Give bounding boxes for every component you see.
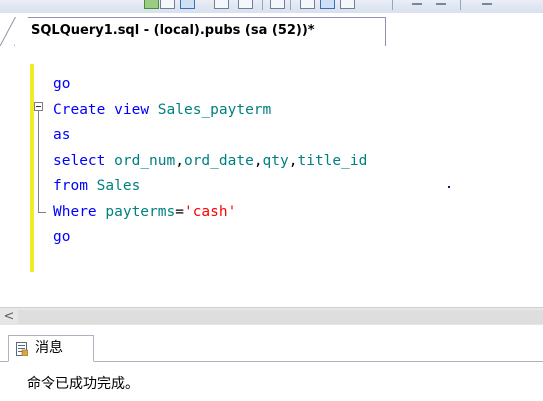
- toolbar-button[interactable]: [320, 0, 335, 9]
- code-line[interactable]: from Sales: [53, 174, 367, 200]
- sql-punctuation: [88, 178, 97, 194]
- code-line[interactable]: as: [53, 123, 367, 149]
- toolbar-button[interactable]: [300, 0, 315, 9]
- sql-identifier: Sales_payterm: [157, 101, 272, 118]
- collapse-icon[interactable]: [34, 102, 43, 111]
- toolbar-button[interactable]: [340, 0, 355, 9]
- tab-messages-label: 消息: [35, 340, 63, 356]
- caret-mark: [448, 186, 450, 188]
- fold-guide-line: [38, 111, 39, 213]
- sql-identifier: Sales: [96, 178, 141, 194]
- sql-punctuation: ,: [175, 152, 184, 169]
- code-line[interactable]: Create view Sales_payterm: [53, 98, 367, 124]
- code-line[interactable]: Where payterms='cash': [53, 200, 367, 226]
- toolbar-separator: [290, 0, 291, 10]
- toolbar-button[interactable]: [160, 0, 175, 9]
- sql-identifier: title_id: [297, 152, 368, 169]
- sql-keyword: select: [53, 152, 106, 169]
- toolbar-separator: [460, 0, 461, 10]
- sql-keyword: go: [53, 76, 71, 92]
- sql-string: 'cash': [183, 203, 237, 220]
- toolbar-button[interactable]: [214, 0, 229, 9]
- fold-guide-end: [38, 212, 46, 213]
- sql-identifier: qty: [262, 152, 289, 169]
- tab-messages[interactable]: 消息: [8, 335, 94, 362]
- sql-identifier: ord_num: [114, 152, 176, 169]
- toolbar-separator: [392, 0, 393, 10]
- scroll-left-button[interactable]: <: [0, 308, 18, 326]
- code-line[interactable]: go: [53, 72, 367, 98]
- sql-identifier: payterms: [105, 203, 176, 220]
- toolbar-button[interactable]: [144, 0, 159, 9]
- sql-keyword: go: [53, 229, 71, 245]
- message-text: 命令已成功完成。: [27, 376, 139, 392]
- query-editor[interactable]: go Create view Sales_paytermas select ord_…: [0, 46, 543, 308]
- sql-keyword: view: [114, 101, 150, 118]
- sql-punctuation: [149, 102, 158, 118]
- sql-code[interactable]: go Create view Sales_paytermas select ord_…: [53, 72, 367, 251]
- tab-sqlquery1[interactable]: SQLQuery1.sql - (local).pubs (sa (52))*: [14, 17, 386, 46]
- toolbar-button[interactable]: [180, 0, 195, 9]
- toolbar: [0, 0, 543, 14]
- sql-punctuation: ,: [253, 152, 263, 169]
- code-line[interactable]: go: [53, 225, 367, 251]
- sql-keyword: Where: [53, 203, 97, 220]
- toolbar-button[interactable]: [412, 3, 422, 5]
- sql-punctuation: [105, 102, 114, 118]
- tab-slant-edge: [0, 17, 16, 46]
- sql-identifier: ord_date: [183, 152, 254, 169]
- results-tab-bar: 消息: [0, 335, 543, 362]
- horizontal-scrollbar[interactable]: <: [0, 307, 543, 326]
- changed-lines-marker: [30, 64, 34, 272]
- code-line[interactable]: select ord_num,ord_date,qty,title_id: [53, 149, 367, 175]
- results-pane: 消息 命令已成功完成。: [0, 325, 543, 401]
- scroll-track[interactable]: [18, 310, 543, 324]
- sql-keyword: from: [53, 178, 88, 194]
- sql-punctuation: =: [175, 203, 184, 220]
- sql-punctuation: [105, 153, 114, 169]
- toolbar-button[interactable]: [270, 0, 285, 9]
- sql-keyword: Create: [53, 101, 106, 118]
- document-tab-strip: SQLQuery1.sql - (local).pubs (sa (52))*: [0, 13, 543, 47]
- tab-title: SQLQuery1.sql - (local).pubs (sa (52))*: [31, 23, 315, 38]
- toolbar-button[interactable]: [482, 3, 492, 5]
- toolbar-button[interactable]: [436, 3, 446, 5]
- sql-keyword: as: [53, 127, 71, 143]
- toolbar-separator: [262, 0, 263, 10]
- messages-icon: [16, 342, 28, 356]
- toolbar-button[interactable]: [238, 0, 253, 9]
